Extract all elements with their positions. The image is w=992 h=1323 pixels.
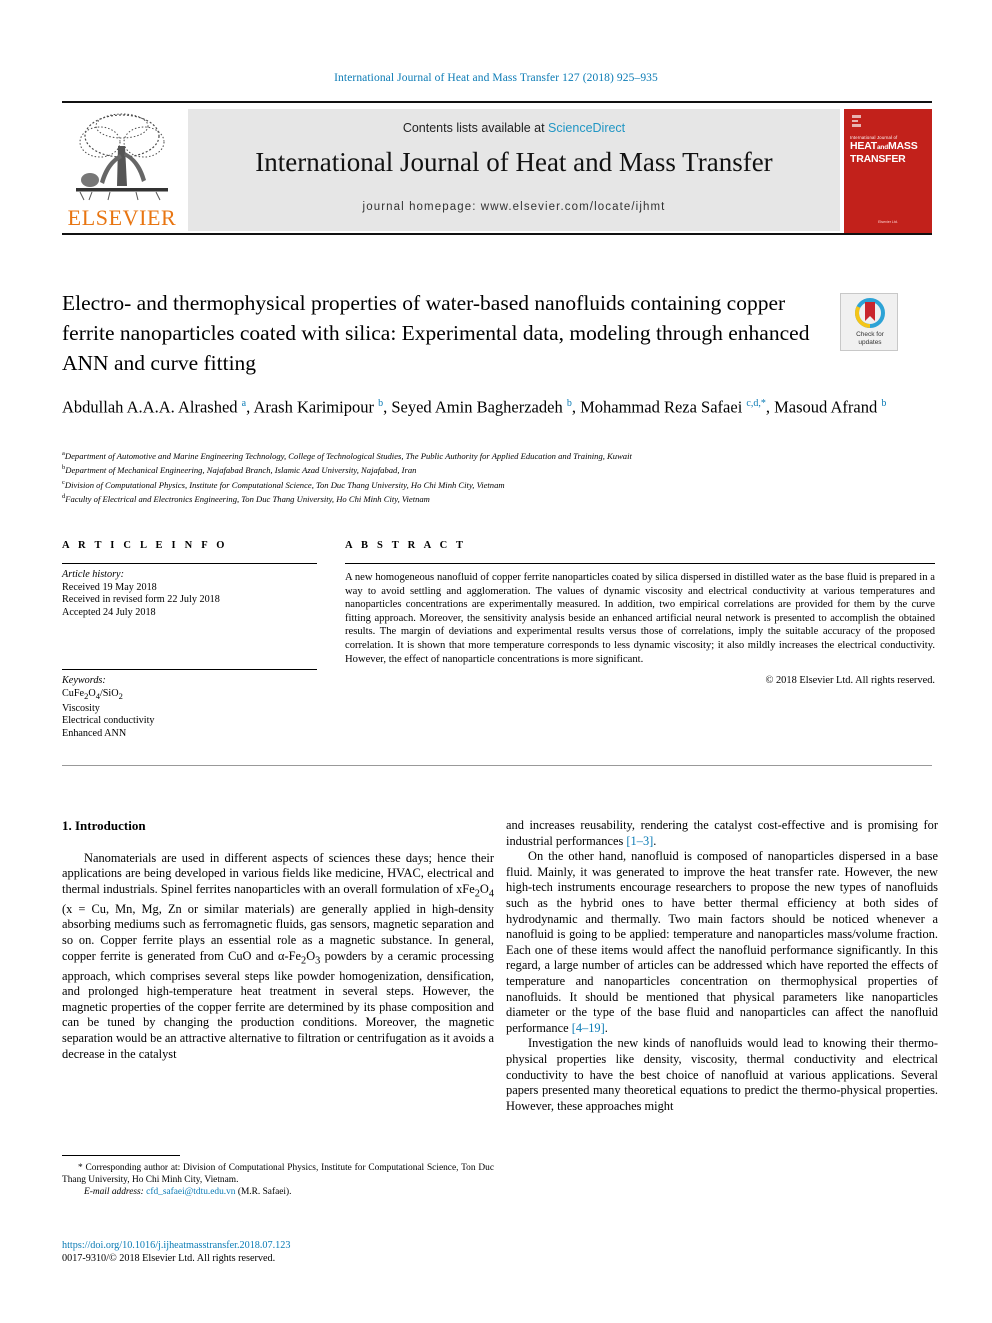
affiliation-text: Department of Automotive and Marine Engi… [64, 450, 632, 461]
sciencedirect-link[interactable]: ScienceDirect [548, 121, 625, 135]
cover-line1: HEAT [850, 140, 878, 152]
email-link[interactable]: cfd_safaei@tdtu.edu.vn [146, 1187, 235, 1197]
paragraph: Nanomaterials are used in different aspe… [62, 850, 494, 1061]
footnote-rule [62, 1155, 180, 1156]
affiliation-item: aDepartment of Automotive and Marine Eng… [62, 448, 932, 462]
cover-elsevier-icon [852, 115, 861, 127]
affiliation-list: aDepartment of Automotive and Marine Eng… [62, 448, 932, 506]
journal-title: International Journal of Heat and Mass T… [255, 147, 773, 177]
crossmark-icon [855, 298, 885, 328]
history-item: Received in revised form 22 July 2018 [62, 594, 220, 606]
affiliation-text: Department of Mechanical Engineering, Na… [65, 465, 417, 476]
contents-lists-line: Contents lists available at ScienceDirec… [188, 121, 840, 135]
keywords-label: Keywords: [62, 675, 106, 687]
elsevier-logo: ELSEVIER [64, 110, 180, 232]
email-suffix: (M.R. Safaei). [237, 1187, 292, 1197]
journal-cover-thumbnail: International Journal of HEATandMASS TRA… [844, 109, 932, 233]
paragraph: and increases reusability, rendering the… [506, 818, 938, 848]
abstract-rule [345, 563, 935, 564]
affiliation-item: bDepartment of Mechanical Engineering, N… [62, 462, 932, 476]
masthead-center-panel: Contents lists available at ScienceDirec… [188, 109, 840, 231]
history-item: Accepted 24 July 2018 [62, 606, 156, 618]
doi-block: https://doi.org/10.1016/j.ijheatmasstran… [62, 1239, 494, 1266]
keyword-item: Viscosity [62, 702, 100, 714]
crossmark-label-line1: Check for [856, 331, 884, 338]
article-info-heading: A R T I C L E I N F O [62, 540, 228, 551]
email-note: E-mail address: cfd_safaei@tdtu.edu.vn (… [62, 1186, 494, 1198]
journal-homepage-link[interactable]: journal homepage: www.elsevier.com/locat… [188, 201, 840, 213]
article-history-label: Article history: [62, 569, 124, 580]
paragraph: Investigation the new kinds of nanofluid… [506, 1036, 938, 1113]
abstract-text: A new homogeneous nanofluid of copper fe… [345, 572, 935, 665]
elsevier-tree-icon [76, 113, 168, 201]
content-divider [62, 765, 932, 766]
article-page: International Journal of Heat and Mass T… [0, 0, 992, 1323]
cover-line1c: MASS [887, 140, 918, 152]
affiliation-item: cDivision of Computational Physics, Inst… [62, 477, 932, 491]
body-column-left: 1. Introduction Nanomaterials are used i… [62, 818, 494, 1062]
crossmark-label: Check for updates [841, 331, 899, 346]
cover-title: HEATandMASS TRANSFER [850, 141, 928, 164]
page-title: Electro- and thermophysical properties o… [62, 291, 810, 375]
section-heading-introduction: 1. Introduction [62, 818, 146, 833]
issn-copyright-line: 0017-9310/© 2018 Elsevier Ltd. All right… [62, 1253, 276, 1265]
keyword-item: Electrical conductivity [62, 715, 155, 727]
article-info-rule [62, 563, 317, 564]
corresponding-author-note: * Corresponding author at: Division of C… [62, 1163, 494, 1185]
body-column-right: and increases reusability, rendering the… [506, 818, 938, 1114]
journal-masthead: ELSEVIER Contents lists available at Sci… [62, 101, 932, 235]
keywords-block: Keywords: CuFe2O4/SiO2 Viscosity Electri… [62, 675, 317, 740]
abstract-panel: A B S T R A C T A new homogeneous nanofl… [345, 540, 935, 686]
crossmark-badge[interactable]: Check for updates [840, 293, 898, 351]
keyword-item: Enhanced ANN [62, 727, 127, 739]
affiliation-item: dFaculty of Electrical and Electronics E… [62, 491, 932, 505]
cover-line2: TRANSFER [850, 152, 906, 165]
keyword-item: CuFe2O4/SiO2 [62, 687, 123, 701]
paragraph: On the other hand, nanofluid is composed… [506, 849, 938, 1035]
affiliation-text: Faculty of Electrical and Electronics En… [65, 494, 430, 505]
article-info-spacer [62, 619, 317, 657]
email-label: E-mail address: [84, 1187, 144, 1197]
article-info-panel: A R T I C L E I N F O Article history: R… [62, 540, 317, 740]
abstract-heading: A B S T R A C T [345, 540, 467, 551]
affiliation-text: Division of Computational Physics, Insti… [64, 479, 505, 490]
author-list: Abdullah A.A.A. Alrashed a, Arash Karimi… [62, 397, 887, 417]
abstract-copyright: © 2018 Elsevier Ltd. All rights reserved… [765, 675, 936, 687]
keywords-rule [62, 669, 317, 671]
crossmark-label-line2: updates [858, 338, 882, 346]
elsevier-wordmark: ELSEVIER [67, 205, 177, 230]
doi-link[interactable]: https://doi.org/10.1016/j.ijheatmasstran… [62, 1239, 494, 1252]
footnote-block: * Corresponding author at: Division of C… [62, 1155, 494, 1198]
contents-prefix: Contents lists available at [402, 121, 549, 135]
cover-line1b: and [877, 144, 888, 151]
cover-footer: Elsevier Ltd. [878, 220, 898, 224]
history-item: Received 19 May 2018 [62, 581, 157, 593]
running-head: International Journal of Heat and Mass T… [334, 72, 658, 84]
article-history-block: Article history: Received 19 May 2018 Re… [62, 569, 317, 619]
